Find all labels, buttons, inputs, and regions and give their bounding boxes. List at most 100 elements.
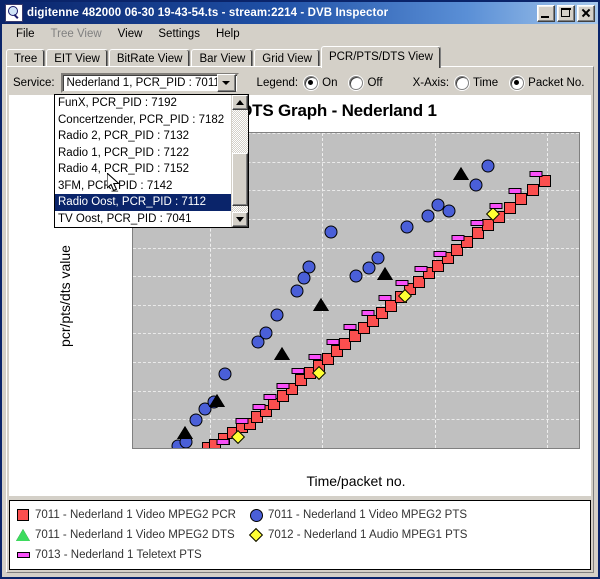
legend-off-label: Off [367, 77, 382, 89]
xaxis-time-radio[interactable]: Time [455, 76, 498, 90]
dropdown-item[interactable]: Radio 4, PCR_PID : 7152 [55, 161, 231, 178]
y-axis-tick [132, 248, 133, 249]
data-point [327, 339, 340, 345]
legend-item-dts: 7011 - Nederland 1 Video MPEG2 DTS [16, 528, 249, 542]
radio-selected-icon [304, 76, 318, 90]
dropdown-item[interactable]: 3FM, PCR_PID : 7142 [55, 178, 231, 195]
data-point [504, 202, 516, 214]
x-axis-tick [547, 448, 548, 449]
dropdown-scrollbar[interactable] [231, 95, 248, 227]
x-axis-title: Time/packet no. [132, 473, 580, 489]
data-point [344, 324, 357, 330]
xaxis-packet-label: Packet No. [528, 77, 584, 89]
dropdown-item[interactable]: Radio 1, PCR_PID : 7122 [55, 145, 231, 162]
y-axis-tick [132, 333, 133, 334]
legend-off-radio[interactable]: Off [349, 76, 382, 90]
data-point [233, 432, 243, 442]
data-point [276, 383, 289, 389]
data-point [325, 226, 338, 239]
data-point [275, 348, 289, 360]
service-combobox[interactable]: Nederland 1, PCR_PID : 7011 [61, 73, 239, 93]
legend-row: 7011 - Nederland 1 Video MPEG2 PCR 7011 … [16, 505, 584, 525]
data-point [379, 295, 392, 301]
tab-pcr-pts-dts-view[interactable]: PCR/PTS/DTS View [321, 46, 441, 68]
chevron-down-icon[interactable] [217, 74, 236, 92]
gridline-vertical [322, 133, 323, 448]
dropdown-item[interactable]: Radio Oost, PCR_PID : 7112 [55, 194, 231, 211]
window-title: digitenne 482000 06-30 19-43-54.ts - str… [27, 7, 537, 19]
menu-item-view[interactable]: View [110, 26, 151, 42]
x-axis-tick [210, 448, 211, 449]
scrollbar-track[interactable] [232, 110, 248, 212]
data-point [302, 260, 315, 273]
service-dropdown-list[interactable]: FunX, PCR_PID : 7192Concertzender, PCR_P… [54, 94, 249, 228]
maximize-icon[interactable] [557, 5, 575, 22]
x-axis-tick [435, 448, 436, 449]
xaxis-packet-radio[interactable]: Packet No. [510, 76, 584, 90]
legend-row: 7011 - Nederland 1 Video MPEG2 DTS 7012 … [16, 525, 584, 545]
y-axis-title: pcr/pts/dts value [57, 245, 73, 347]
legend-item-teletext-pts: 7013 - Nederland 1 Teletext PTS [16, 548, 249, 562]
data-point [361, 310, 374, 316]
scrollbar-thumb[interactable] [232, 153, 248, 206]
legend-label-audio-pts: 7012 - Nederland 1 Audio MPEG1 PTS [268, 529, 467, 541]
data-point [433, 251, 446, 257]
y-axis-tick [132, 448, 133, 449]
menu-item-file[interactable]: File [8, 26, 43, 42]
data-point [527, 184, 539, 196]
square-marker-icon [16, 508, 30, 522]
diamond-marker-icon [249, 528, 263, 542]
data-point [260, 327, 273, 340]
data-point [290, 284, 303, 297]
y-axis-tick [132, 276, 133, 277]
radio-empty-icon [455, 76, 469, 90]
y-axis-tick [132, 362, 133, 363]
tab-strip: Tree EIT View BitRate View Bar View Grid… [6, 46, 594, 68]
legend-radio-group: Legend: On Off [257, 76, 395, 90]
scroll-up-icon[interactable] [232, 95, 248, 110]
y-axis-tick [132, 305, 133, 306]
triangle-marker-icon [16, 528, 30, 542]
data-point [372, 252, 385, 265]
menu-item-help[interactable]: Help [208, 26, 248, 42]
controls-row: Service: Nederland 1, PCR_PID : 7011 Leg… [7, 71, 593, 95]
radio-selected-icon [510, 76, 524, 90]
dropdown-item[interactable]: Concertzender, PCR_PID : 7182 [55, 112, 231, 129]
xaxis-radio-group: X-Axis: Time Packet No. [413, 76, 597, 90]
data-point [470, 220, 483, 226]
data-point [481, 159, 494, 172]
menu-item-settings[interactable]: Settings [150, 26, 208, 42]
menu-item-tree-view: Tree View [43, 26, 110, 42]
data-point [509, 188, 522, 194]
data-point [236, 418, 249, 424]
gridline-horizontal [133, 248, 579, 249]
xaxis-label: X-Axis: [413, 77, 449, 89]
pcr-pts-dts-panel: Service: Nederland 1, PCR_PID : 7011 Leg… [6, 66, 594, 573]
dropdown-item[interactable]: Radio 2, PCR_PID : 7132 [55, 128, 231, 145]
xaxis-time-label: Time [473, 77, 498, 89]
dropdown-items: FunX, PCR_PID : 7192Concertzender, PCR_P… [55, 95, 231, 227]
data-point [190, 413, 203, 426]
close-icon[interactable] [577, 5, 595, 22]
legend-on-radio[interactable]: On [304, 76, 337, 90]
data-point [297, 271, 310, 284]
scroll-down-icon[interactable] [232, 212, 248, 227]
data-point [454, 168, 468, 180]
data-point [291, 368, 304, 374]
data-point [451, 235, 464, 241]
service-combobox-value: Nederland 1, PCR_PID : 7011 [63, 77, 217, 89]
legend-label-teletext-pts: 7013 - Nederland 1 Teletext PTS [35, 549, 202, 561]
legend-label-pcr: 7011 - Nederland 1 Video MPEG2 PCR [35, 509, 236, 521]
x-axis-line [132, 448, 580, 449]
data-point [396, 280, 409, 286]
data-point [470, 179, 483, 192]
minimize-icon[interactable] [537, 5, 555, 22]
dropdown-item[interactable]: TV Oost, PCR_PID : 7041 [55, 211, 231, 228]
data-point [529, 171, 542, 177]
legend-label-pts: 7011 - Nederland 1 Video MPEG2 PTS [268, 509, 467, 521]
data-point [488, 209, 498, 219]
service-label: Service: [13, 77, 55, 89]
rect-marker-icon [16, 548, 30, 562]
legend-row: 7013 - Nederland 1 Teletext PTS [16, 545, 584, 565]
dropdown-item[interactable]: FunX, PCR_PID : 7192 [55, 95, 231, 112]
